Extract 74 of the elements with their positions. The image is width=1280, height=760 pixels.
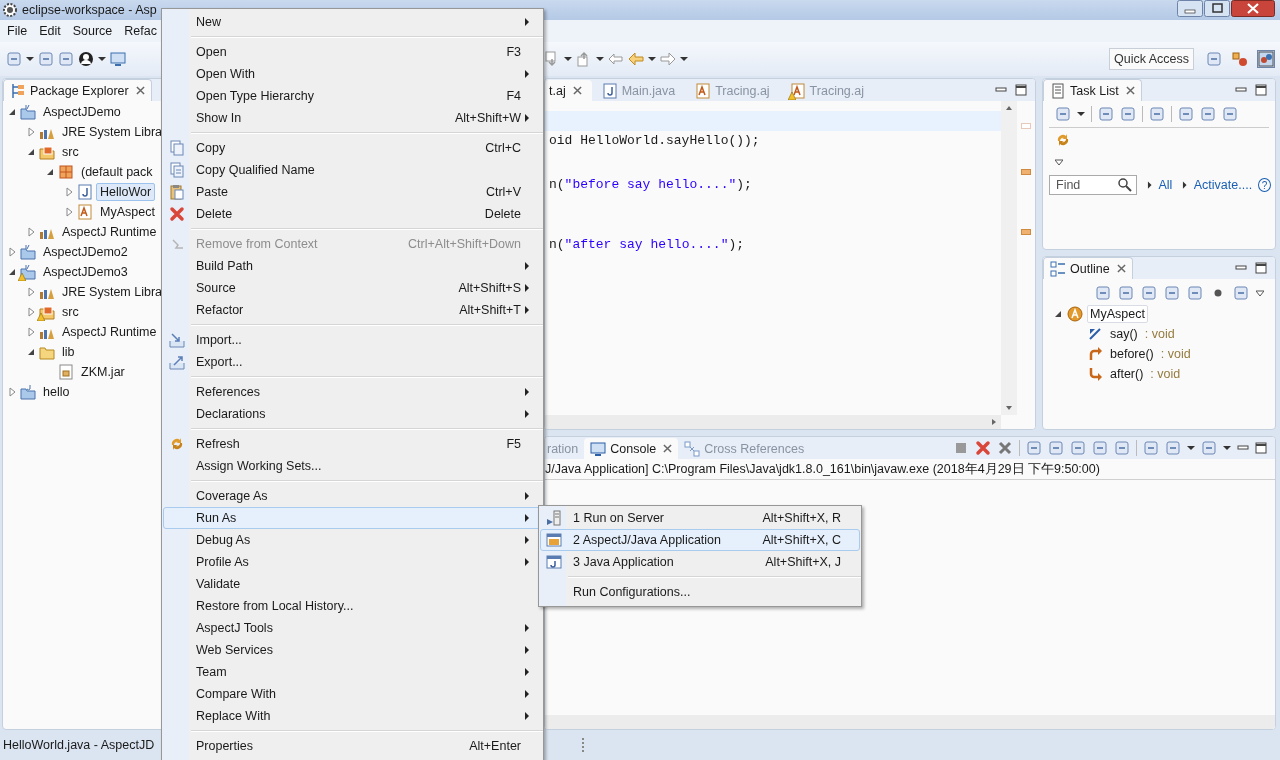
tree-item[interactable]: hello [39, 383, 74, 401]
menu-item[interactable]: Source Alt+Shift+S [163, 277, 542, 299]
link[interactable]: Activate.... [1193, 178, 1253, 192]
outline-item[interactable]: before() [1107, 345, 1157, 363]
tree-item[interactable]: AspectJDemo [39, 103, 125, 121]
menu-item[interactable]: AspectJ Tools [163, 617, 542, 639]
menu-item[interactable]: References [163, 381, 542, 403]
menu-item[interactable]: Web Services [163, 639, 542, 661]
menu-item[interactable]: Refac [118, 24, 163, 38]
menu-item[interactable]: New [163, 11, 542, 33]
menu-item[interactable]: Open With [163, 63, 542, 85]
outline-item[interactable]: MyAspect [1087, 305, 1148, 323]
type-label: : void [1150, 367, 1181, 381]
view-tab[interactable]: Task List [1043, 79, 1142, 101]
outline-item[interactable]: after() [1107, 365, 1147, 383]
menu-item[interactable]: Coverage As [163, 485, 542, 507]
tree-item[interactable]: MyAspect [96, 203, 159, 221]
menu-item[interactable]: Refactor Alt+Shift+T [163, 299, 542, 321]
find-field[interactable]: Find [1049, 175, 1137, 195]
menu-item[interactable]: Export... [163, 351, 542, 373]
tab-label: Task List [1070, 83, 1119, 98]
menu-item[interactable]: Properties Alt+Enter [163, 735, 542, 757]
menu-item[interactable]: Delete Delete [163, 203, 542, 225]
menu-item[interactable]: Validate [163, 573, 542, 595]
menu-item[interactable]: Source [66, 24, 119, 38]
tab-label: Package Explorer [30, 83, 129, 98]
menu-item[interactable]: Run Configurations... [540, 581, 860, 603]
menu-item[interactable]: Open Type Hierarchy F4 [163, 85, 542, 107]
menu-item[interactable]: Refresh F5 [163, 433, 542, 455]
menu-item[interactable]: Copy Qualified Name [163, 159, 542, 181]
view-tab[interactable]: Package Explorer [3, 79, 152, 101]
tree-item[interactable]: AspectJDemo2 [39, 243, 132, 261]
tree-item[interactable]: ZKM.jar [77, 363, 129, 381]
editor-tab[interactable]: t.aj [545, 80, 592, 101]
view-tab[interactable]: Outline [1043, 257, 1133, 279]
menu-item[interactable]: Open F3 [163, 41, 542, 63]
window-title: eclipse-workspace - Asp [22, 3, 157, 17]
menu-item[interactable]: Copy Ctrl+C [163, 137, 542, 159]
view-tab[interactable]: Console [584, 438, 679, 459]
menu-item[interactable]: Assign Working Sets... [163, 455, 542, 477]
menu-item[interactable]: 3 Java Application Alt+Shift+X, J [540, 551, 860, 573]
tree-item[interactable]: AspectJDemo3 [39, 263, 132, 281]
tree-item[interactable]: (default pack [77, 163, 157, 181]
menu-item[interactable]: Compare With [163, 683, 542, 705]
menu-item[interactable]: Declarations [163, 403, 542, 425]
menu-item[interactable]: File [1, 24, 34, 38]
tree-item[interactable]: lib [58, 343, 79, 361]
type-label: : void [1160, 347, 1191, 361]
menu-item[interactable]: Edit [33, 24, 67, 38]
menu-item[interactable]: Build Path [163, 255, 542, 277]
tree-item[interactable]: AspectJ Runtime [58, 223, 161, 241]
status-text: HelloWorld.java - AspectJD [3, 738, 155, 752]
code-line: oid HelloWorld.sayHello()); [548, 132, 761, 150]
type-label: : void [1144, 327, 1175, 341]
code-line: n("before say hello...."); [548, 176, 753, 194]
menu-item[interactable]: Show In Alt+Shift+W [163, 107, 542, 129]
quick-access-field[interactable]: Quick Access [1108, 48, 1194, 70]
menu-item[interactable]: Profile As [163, 551, 542, 573]
menu-item[interactable]: Debug As [163, 529, 542, 551]
menu-item[interactable]: 1 Run on Server Alt+Shift+X, R [540, 507, 860, 529]
menu-item[interactable]: Import... [163, 329, 542, 351]
tab-label: Outline [1070, 261, 1110, 276]
menu-item[interactable]: 2 AspectJ/Java Application Alt+Shift+X, C [540, 529, 860, 551]
tree-item[interactable]: AspectJ Runtime [58, 323, 161, 341]
menu-item[interactable]: Restore from Local History... [163, 595, 542, 617]
tree-item[interactable]: src [58, 303, 83, 321]
outline-item[interactable]: say() [1107, 325, 1141, 343]
tree-item[interactable]: HelloWor [96, 183, 156, 201]
menu-item[interactable]: Replace With [163, 705, 542, 727]
tree-item[interactable]: src [58, 143, 83, 161]
menu-item[interactable]: Paste Ctrl+V [163, 181, 542, 203]
code-line: n("after say hello...."); [548, 236, 746, 254]
menu-item[interactable]: Team [163, 661, 542, 683]
link[interactable]: All [1158, 178, 1173, 192]
